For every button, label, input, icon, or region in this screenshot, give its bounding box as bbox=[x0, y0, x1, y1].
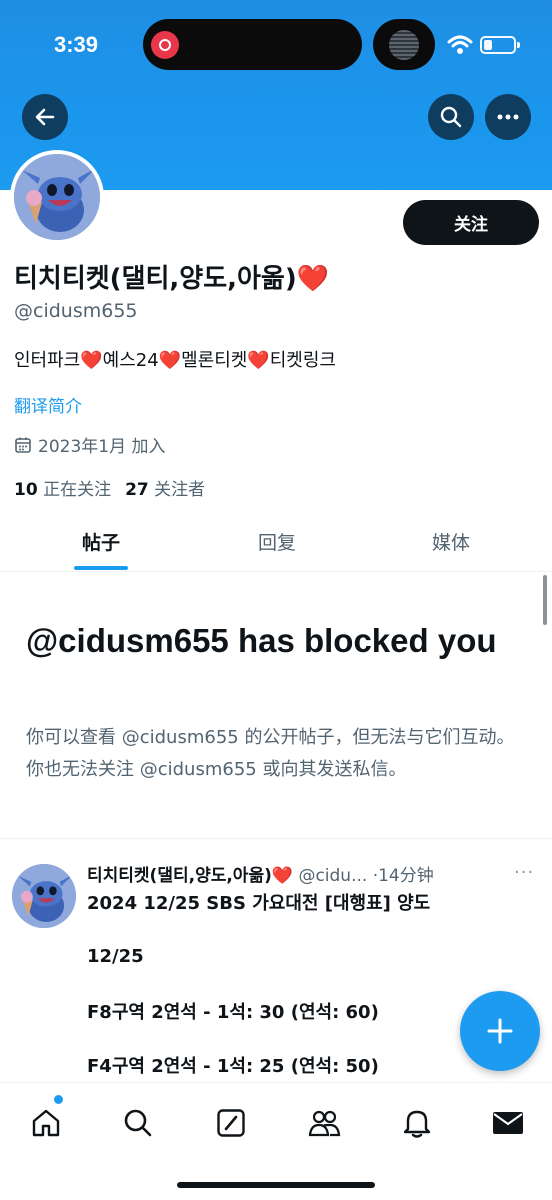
nav-explore[interactable] bbox=[118, 1103, 158, 1143]
notification-dot bbox=[54, 1095, 63, 1104]
calendar-icon bbox=[15, 437, 31, 453]
wifi-icon bbox=[447, 35, 473, 54]
joined-date: 2023年1月 加入 bbox=[14, 432, 165, 457]
profile-avatar[interactable] bbox=[10, 150, 104, 244]
battery-icon bbox=[480, 36, 520, 54]
follow-stats: 10 正在关注 27 关注者 bbox=[14, 475, 205, 500]
tab-media[interactable]: 媒体 bbox=[410, 528, 492, 555]
search-button[interactable] bbox=[428, 94, 474, 140]
post-text-line: 12/25 bbox=[87, 946, 144, 967]
translate-bio-link[interactable]: 翻译简介 bbox=[14, 392, 82, 417]
post-author[interactable]: 티치티켓(댈티,양도,아옮)❤️ bbox=[87, 866, 293, 886]
nav-messages[interactable] bbox=[488, 1103, 528, 1143]
blocked-title: @cidusm655 has blocked you bbox=[26, 622, 497, 659]
following-link[interactable]: 10 正在关注 bbox=[14, 475, 111, 500]
post-header: 티치티켓(댈티,양도,아옮)❤️ @cidu... ·14分钟 bbox=[87, 861, 507, 886]
back-button[interactable] bbox=[22, 94, 68, 140]
nav-communities[interactable] bbox=[304, 1103, 344, 1143]
follow-button[interactable]: 关注 bbox=[403, 200, 539, 245]
envelope-icon bbox=[493, 1112, 523, 1134]
arrow-left-icon bbox=[35, 108, 55, 126]
status-time: 3:39 bbox=[54, 32, 99, 57]
tab-replies[interactable]: 回复 bbox=[236, 528, 318, 555]
home-icon bbox=[32, 1109, 60, 1137]
scrollbar[interactable] bbox=[543, 575, 547, 625]
post-text-line: F4구역 2연석 - 1석: 25 (연석: 50) bbox=[87, 1056, 379, 1077]
tab-posts[interactable]: 帖子 bbox=[60, 528, 142, 555]
music-app-icon bbox=[151, 31, 179, 59]
stitch-avatar-image bbox=[14, 154, 100, 240]
joined-text: 2023年1月 加入 bbox=[38, 437, 166, 457]
post-text-line: 2024 12/25 SBS 가요대전 [대행표] 양도 bbox=[87, 893, 431, 914]
grok-icon bbox=[217, 1109, 245, 1137]
profile-display-name: 티치티켓(댈티,양도,아옮)❤️ bbox=[14, 264, 330, 294]
dynamic-island-activity bbox=[373, 19, 435, 70]
people-icon bbox=[308, 1110, 341, 1137]
profile-tabs: 帖子 回复 媒体 bbox=[0, 510, 552, 572]
post-handle[interactable]: @cidu... bbox=[298, 866, 367, 886]
divider bbox=[0, 838, 552, 839]
search-icon bbox=[124, 1109, 152, 1137]
dynamic-island bbox=[143, 19, 362, 70]
stitch-avatar-image bbox=[12, 864, 76, 928]
post-more-button[interactable]: ··· bbox=[514, 862, 534, 883]
more-horizontal-icon bbox=[497, 114, 519, 120]
compose-button[interactable] bbox=[460, 991, 540, 1071]
nav-grok[interactable] bbox=[211, 1103, 251, 1143]
followers-link[interactable]: 27 关注者 bbox=[125, 475, 205, 500]
blocked-description: 你可以查看 @cidusm655 的公开帖子，但无法与它们互动。你也无法关注 @… bbox=[26, 727, 515, 780]
active-tab-indicator bbox=[74, 566, 128, 570]
album-art-icon bbox=[389, 30, 419, 60]
home-indicator bbox=[177, 1182, 375, 1188]
bell-icon bbox=[403, 1110, 431, 1138]
plus-icon bbox=[487, 1018, 513, 1044]
post-avatar[interactable] bbox=[12, 864, 76, 928]
more-button[interactable] bbox=[485, 94, 531, 140]
profile-bio: 인터파크❤️예스24❤️멜론티켓❤️티켓링크 bbox=[14, 350, 336, 371]
profile-handle: @cidusm655 bbox=[14, 300, 138, 322]
post-time: ·14分钟 bbox=[372, 866, 434, 886]
post-text-line: F8구역 2연석 - 1석: 30 (연석: 60) bbox=[87, 1002, 379, 1023]
nav-notifications[interactable] bbox=[397, 1103, 437, 1143]
nav-home[interactable] bbox=[26, 1103, 66, 1143]
search-icon bbox=[440, 106, 462, 128]
